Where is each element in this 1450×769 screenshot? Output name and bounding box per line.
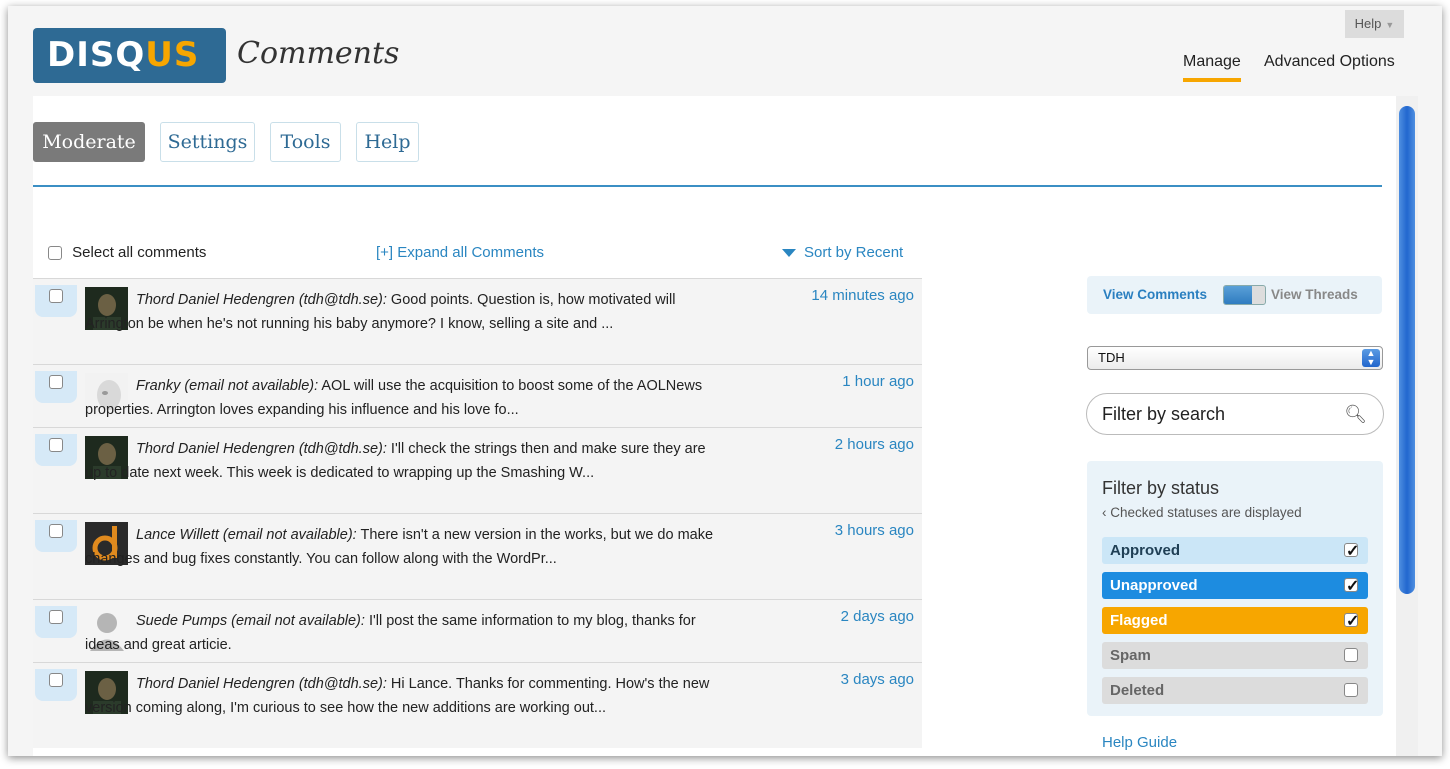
comment-row: Franky (email not available): AOL will u… (33, 364, 922, 427)
search-input[interactable]: Filter by search 🔍︎ (1086, 393, 1384, 435)
comment-row: Thord Daniel Hedengren (tdh@tdh.se): I'l… (33, 427, 922, 513)
comment-select (35, 606, 77, 638)
status-spam[interactable]: Spam (1102, 642, 1368, 669)
status-label: Deleted (1110, 682, 1165, 699)
comment-time[interactable]: 2 days ago (841, 608, 914, 625)
nav-advanced-options[interactable]: Advanced Options (1264, 53, 1395, 71)
select-arrows-icon: ▲ ▼ (1362, 349, 1380, 367)
comment-time[interactable]: 3 days ago (841, 671, 914, 688)
status-checkbox[interactable] (1344, 573, 1359, 600)
help-guide-link[interactable]: Help Guide (1102, 734, 1177, 751)
help-dropdown[interactable]: Help ▼ (1345, 10, 1404, 38)
search-placeholder: Filter by search (1102, 404, 1226, 424)
comment-checkbox[interactable] (49, 524, 63, 538)
comment-time[interactable]: 2 hours ago (835, 436, 914, 453)
expand-all-link[interactable]: [+] Expand all Comments (376, 244, 544, 261)
comment-row: Thord Daniel Hedengren (tdh@tdh.se): Goo… (33, 278, 922, 364)
comment-select (35, 520, 77, 552)
status-filter: Filter by status ‹ Checked statuses are … (1087, 461, 1383, 716)
scrollbar[interactable] (1396, 96, 1418, 756)
comment-checkbox[interactable] (49, 610, 63, 624)
comment-body: Franky (email not available): AOL will u… (85, 374, 725, 422)
help-dropdown-label: Help (1354, 16, 1382, 31)
comment-select (35, 669, 77, 701)
status-label: Spam (1110, 647, 1151, 664)
status-filter-title: Filter by status (1102, 478, 1220, 498)
nav-manage[interactable]: Manage (1183, 53, 1241, 82)
comment-time[interactable]: 14 minutes ago (811, 287, 914, 304)
browser-window: DISQUS Comments Help ▼ Manage Advanced Op… (8, 6, 1442, 756)
status-checkbox[interactable] (1344, 683, 1358, 697)
tab-divider (33, 185, 1382, 187)
status-deleted[interactable]: Deleted (1102, 677, 1368, 704)
main-content: Moderate Settings Tools Help Select all … (33, 96, 1398, 756)
disqus-logo: DISQUS (33, 28, 226, 83)
tab-help[interactable]: Help (356, 122, 419, 162)
comment-checkbox[interactable] (49, 438, 63, 452)
comment-author: Thord Daniel Hedengren (tdh@tdh.se): (136, 441, 387, 457)
sort-label: Sort by Recent (804, 244, 904, 261)
view-toggle[interactable] (1223, 285, 1266, 305)
select-all-label: Select all comments (72, 244, 207, 261)
app-title: Comments (237, 36, 400, 71)
comment-select (35, 285, 77, 317)
status-label: Approved (1110, 542, 1181, 559)
comment-row: Suede Pumps (email not available): I'll … (33, 599, 922, 662)
comment-select (35, 371, 77, 403)
comment-body: Suede Pumps (email not available): I'll … (85, 609, 725, 657)
select-all[interactable]: Select all comments (48, 244, 206, 261)
view-threads-label[interactable]: View Threads (1271, 287, 1358, 302)
comment-author: Thord Daniel Hedengren (tdh@tdh.se): (136, 292, 387, 308)
comment-author: Thord Daniel Hedengren (tdh@tdh.se): (136, 676, 387, 692)
comment-author: Franky (email not available): (136, 378, 319, 394)
status-unapproved[interactable]: Unapproved (1102, 572, 1368, 600)
status-checkbox[interactable] (1344, 608, 1359, 635)
site-select[interactable]: TDH ▲ ▼ (1087, 346, 1383, 370)
comment-body: Thord Daniel Hedengren (tdh@tdh.se): Hi … (85, 672, 725, 720)
status-label: Unapproved (1110, 577, 1198, 594)
status-flagged[interactable]: Flagged (1102, 607, 1368, 635)
comment-author: Suede Pumps (email not available): (136, 613, 365, 629)
site-select-value: TDH (1098, 350, 1125, 365)
comment-body: Lance Willett (email not available): The… (85, 523, 725, 571)
comment-time[interactable]: 1 hour ago (842, 373, 914, 390)
comment-author: Lance Willett (email not available): (136, 527, 357, 543)
comment-time[interactable]: 3 hours ago (835, 522, 914, 539)
tab-tools[interactable]: Tools (270, 122, 341, 162)
view-switcher: View Comments View Threads (1087, 276, 1382, 314)
sort-dropdown[interactable]: Sort by Recent (782, 244, 903, 261)
comment-body: Thord Daniel Hedengren (tdh@tdh.se): I'l… (85, 437, 725, 485)
toggle-knob (1224, 286, 1252, 304)
view-comments-label[interactable]: View Comments (1103, 287, 1207, 302)
comment-body: Thord Daniel Hedengren (tdh@tdh.se): Goo… (85, 288, 725, 336)
select-all-checkbox[interactable] (48, 246, 62, 261)
comment-checkbox[interactable] (49, 375, 63, 389)
chevron-down-icon: ▼ (1385, 20, 1395, 30)
comment-row: Lance Willett (email not available): The… (33, 513, 922, 599)
status-label: Flagged (1110, 612, 1168, 629)
comment-row: Thord Daniel Hedengren (tdh@tdh.se): Hi … (33, 662, 922, 748)
status-approved[interactable]: Approved (1102, 537, 1368, 565)
sort-down-icon (782, 249, 796, 258)
comment-select (35, 434, 77, 466)
comment-checkbox[interactable] (49, 673, 63, 687)
status-checkbox[interactable] (1344, 648, 1358, 662)
comment-checkbox[interactable] (49, 289, 63, 303)
scrollbar-thumb[interactable] (1399, 106, 1415, 594)
search-icon[interactable]: 🔍︎ (1344, 394, 1367, 434)
tab-moderate[interactable]: Moderate (33, 122, 145, 162)
comment-list: Thord Daniel Hedengren (tdh@tdh.se): Goo… (33, 278, 922, 748)
tab-settings[interactable]: Settings (160, 122, 255, 162)
status-checkbox[interactable] (1344, 538, 1359, 565)
status-filter-hint: ‹ Checked statuses are displayed (1102, 505, 1302, 520)
